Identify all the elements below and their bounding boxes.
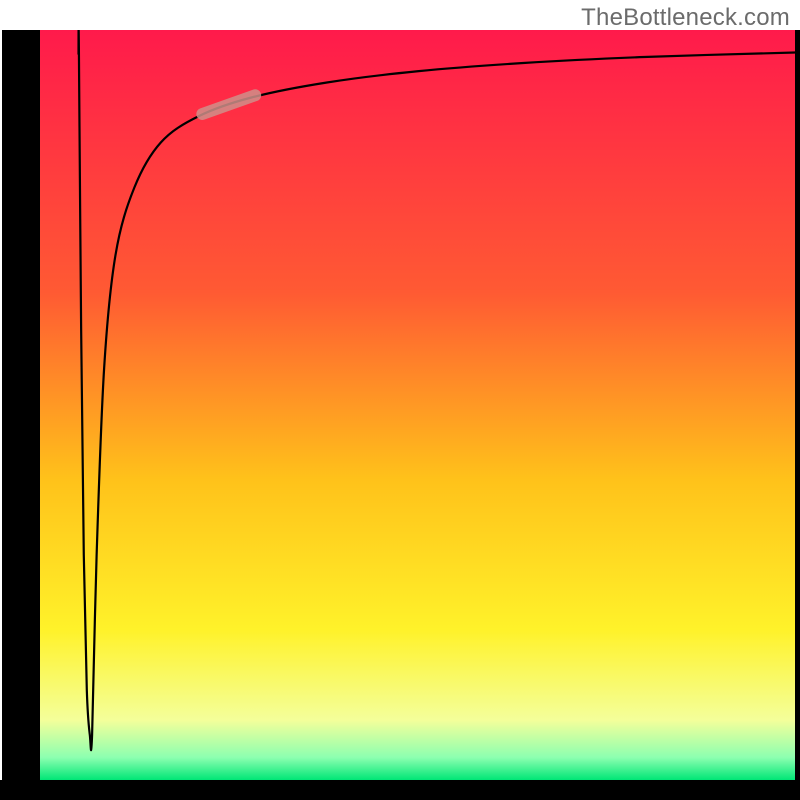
- watermark-text: TheBottleneck.com: [581, 4, 790, 32]
- plot-area: [0, 29, 800, 800]
- gradient-background: [40, 30, 795, 780]
- chart-svg: [0, 0, 800, 800]
- chart-stage: TheBottleneck.com: [0, 0, 800, 800]
